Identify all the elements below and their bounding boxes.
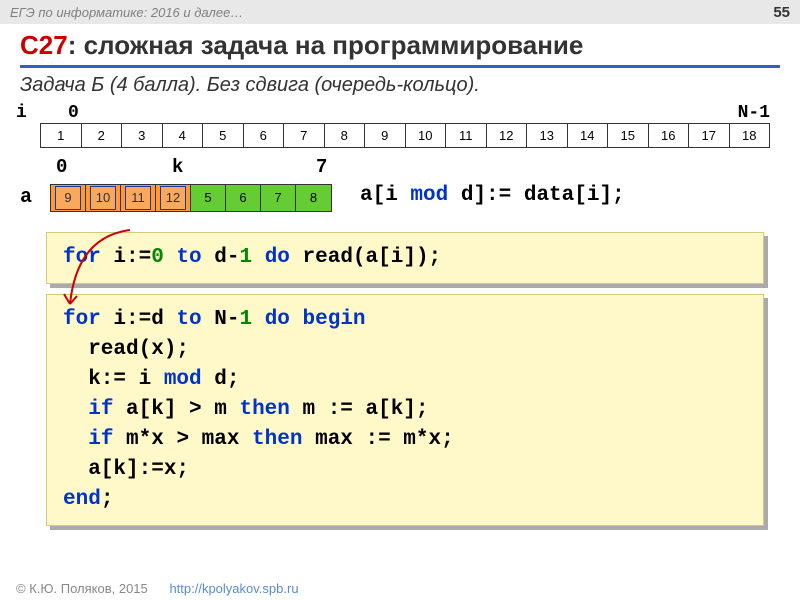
strip-cell: 2 — [82, 124, 123, 147]
strip-cell: 18 — [730, 124, 770, 147]
footer-url: http://kpolyakov.spb.ru — [169, 581, 298, 596]
footer: © К.Ю. Поляков, 2015 http://kpolyakov.sp… — [16, 581, 299, 596]
a-seven: 7 — [316, 156, 327, 178]
a-zero: 0 — [56, 156, 67, 178]
i-label: i — [16, 103, 68, 123]
a-cell: 11 — [121, 185, 156, 211]
strip-cell: 6 — [244, 124, 285, 147]
code-block-1: for i:=0 to d-1 do read(a[i]); — [46, 232, 764, 284]
strip-cell: 12 — [487, 124, 528, 147]
a-cell: 12 — [156, 185, 191, 211]
strip-cell: 7 — [284, 124, 325, 147]
n-minus-1: N-1 — [720, 103, 770, 123]
a-strip: 91011125678 — [50, 184, 332, 212]
i-strip-labels: i 0 N-1 — [0, 103, 800, 123]
strip-cell: 14 — [568, 124, 609, 147]
strip-cell: 3 — [122, 124, 163, 147]
strip-cell: 8 — [325, 124, 366, 147]
top-bar: ЕГЭ по информатике: 2016 и далее… 55 — [0, 0, 800, 24]
a-cell: 5 — [191, 185, 226, 211]
a-labels: 0 k 7 — [0, 156, 800, 182]
a-label: a — [20, 186, 32, 209]
a-cell: 6 — [226, 185, 261, 211]
i-zero: 0 — [68, 103, 108, 123]
strip-cell: 10 — [406, 124, 447, 147]
strip-cell: 1 — [41, 124, 82, 147]
assignment-expr: a[i mod d]:= data[i]; — [360, 184, 625, 207]
a-k: k — [172, 156, 183, 178]
strip-cell: 5 — [203, 124, 244, 147]
strip-cell: 4 — [163, 124, 204, 147]
page-number: 55 — [773, 4, 790, 21]
code-block-2: for i:=d to N-1 do begin read(x); k:= i … — [46, 294, 764, 526]
copyright: © К.Ю. Поляков, 2015 — [16, 581, 148, 596]
strip-cell: 11 — [446, 124, 487, 147]
title-underline — [20, 65, 780, 68]
a-cell: 7 — [261, 185, 296, 211]
a-cell: 8 — [296, 185, 331, 211]
a-row: a 91011125678 a[i mod d]:= data[i]; — [0, 182, 800, 218]
a-cell: 10 — [86, 185, 121, 211]
strip-cell: 16 — [649, 124, 690, 147]
top-left: ЕГЭ по информатике: 2016 и далее… — [10, 5, 243, 20]
strip-cell: 15 — [608, 124, 649, 147]
title-rest: : сложная задача на программирование — [68, 30, 584, 60]
a-cell: 9 — [51, 185, 86, 211]
strip-cell: 13 — [527, 124, 568, 147]
strip-cell: 17 — [689, 124, 730, 147]
subtitle: Задача Б (4 балла). Без сдвига (очередь-… — [0, 74, 800, 103]
data-strip: 123456789101112131415161718 — [40, 123, 770, 148]
title-prefix: C27 — [20, 30, 68, 60]
slide-title: C27: сложная задача на программирование — [0, 24, 800, 65]
strip-cell: 9 — [365, 124, 406, 147]
